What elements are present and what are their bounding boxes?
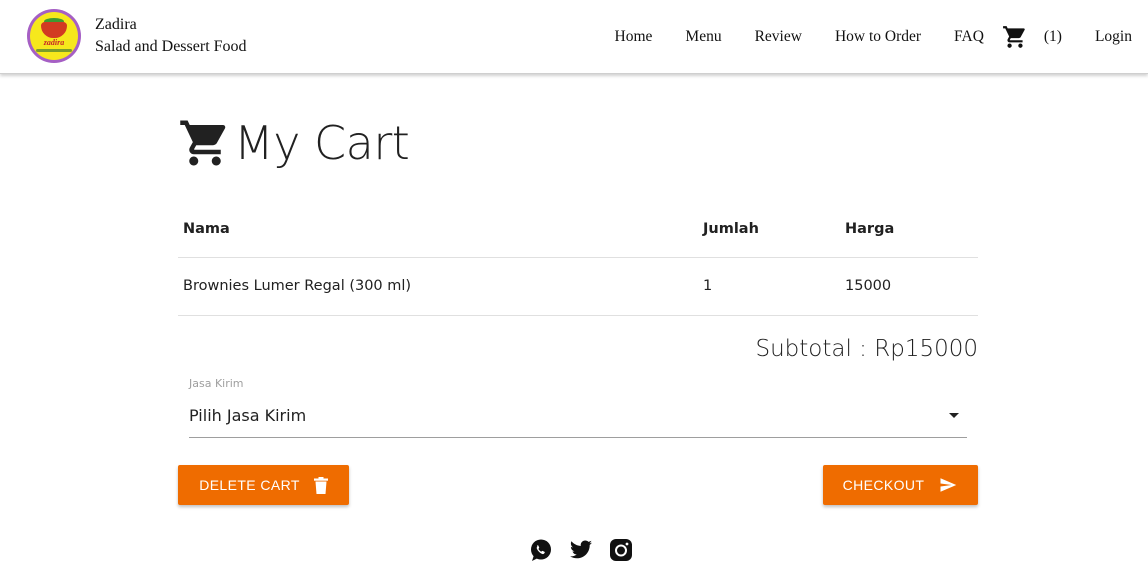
column-header-quantity: Jumlah [698, 201, 840, 258]
nav-menu: Home Menu Review How to Order FAQ (1) Lo… [615, 0, 1148, 74]
nav-link-home[interactable]: Home [615, 28, 653, 46]
checkout-label: CHECKOUT [842, 477, 925, 493]
logo-bowl-shape [41, 22, 67, 38]
shopping-cart-icon [180, 120, 226, 166]
table-row: Brownies Lumer Regal (300 ml) 1 15000 [178, 257, 978, 316]
shopping-cart-icon [1002, 26, 1025, 48]
nav-link-menu[interactable]: Menu [685, 28, 721, 46]
instagram-icon[interactable] [609, 538, 633, 562]
logo-image: zadira [30, 12, 78, 60]
cart-count: (1) [1043, 28, 1062, 45]
twitter-icon[interactable] [569, 538, 593, 562]
table-header-row: Nama Jumlah Harga [178, 201, 978, 258]
delete-cart-label: DELETE CART [199, 477, 300, 493]
page-header: My Cart [178, 116, 410, 170]
subtotal: Subtotal : Rp15000 [755, 336, 979, 362]
brand-logo[interactable]: zadira [27, 9, 81, 63]
nav-link-faq[interactable]: FAQ [954, 28, 984, 46]
navbar: zadira Zadira Salad and Dessert Food Hom… [0, 0, 1148, 74]
nav-link-how-to-order[interactable]: How to Order [835, 28, 921, 46]
checkout-button[interactable]: CHECKOUT [823, 465, 978, 505]
logo-text: zadira [43, 38, 65, 47]
brand-name: Zadira [95, 16, 137, 33]
shipping-field-label: Jasa Kirim [189, 377, 244, 390]
cart-item-name: Brownies Lumer Regal (300 ml) [178, 257, 698, 316]
whatsapp-icon[interactable] [529, 538, 553, 562]
trash-icon [313, 476, 328, 494]
column-header-price: Harga [840, 201, 978, 258]
shipping-select-value: Pilih Jasa Kirim [189, 406, 307, 425]
brand-tagline: Salad and Dessert Food [95, 38, 247, 55]
brand-text: Zadira Salad and Dessert Food [95, 14, 247, 58]
nav-link-review[interactable]: Review [755, 28, 802, 46]
nav-link-login[interactable]: Login [1095, 28, 1132, 46]
cart-table: Nama Jumlah Harga Brownies Lumer Regal (… [178, 201, 978, 316]
cart-item-quantity: 1 [698, 257, 840, 316]
caret-down-icon [949, 413, 959, 418]
shipping-select[interactable]: Pilih Jasa Kirim [189, 398, 967, 438]
page-title: My Cart [234, 116, 410, 170]
delete-cart-button[interactable]: DELETE CART [178, 465, 349, 505]
send-icon [940, 478, 957, 492]
logo-ribbon [36, 49, 72, 52]
nav-cart-link[interactable]: (1) [1002, 24, 1062, 50]
footer-social-links [529, 538, 649, 562]
cart-item-price: 15000 [840, 257, 978, 316]
column-header-name: Nama [178, 201, 698, 258]
